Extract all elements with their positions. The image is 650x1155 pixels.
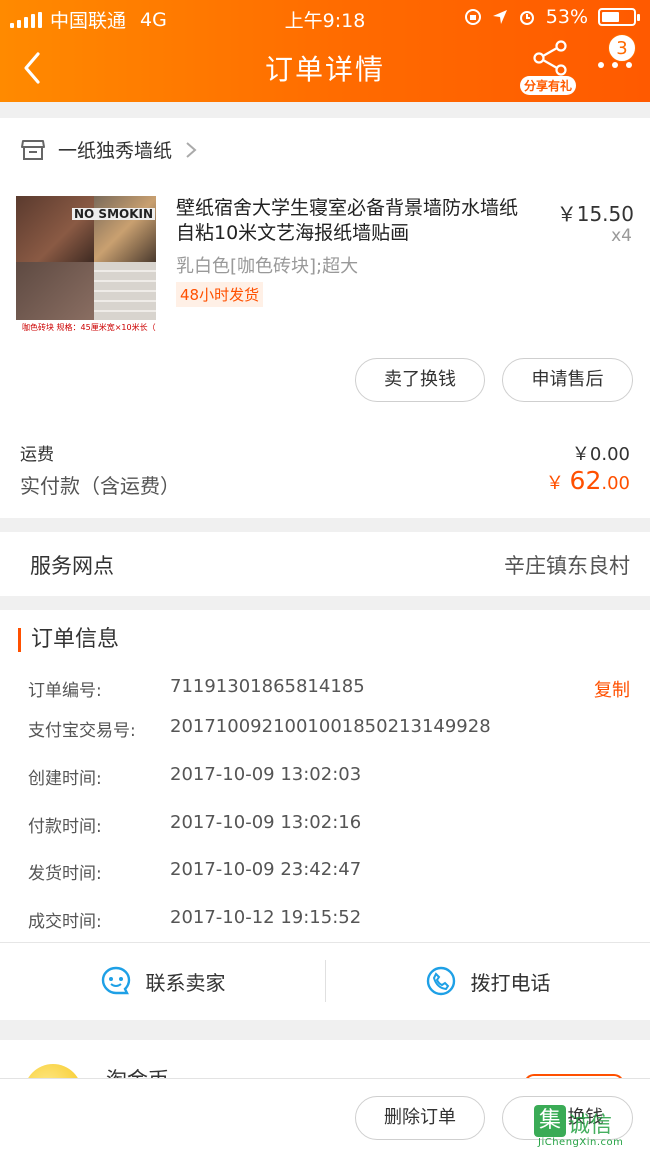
more-menu-icon[interactable] (598, 62, 632, 76)
chevron-right-icon (186, 141, 197, 158)
product-spec: 乳白色[咖色砖块];超大 (176, 256, 359, 277)
info-row-paid: 付款时间: 2017-10-09 13:02:16 (28, 812, 362, 837)
battery-percent: 53% (545, 6, 588, 28)
chat-icon (101, 966, 130, 995)
phone-icon (426, 966, 455, 996)
order-info-title: 订单信息 (18, 628, 119, 652)
paid-amount: ￥ 62.00 (545, 466, 630, 495)
completed-time: 2017-10-12 19:15:52 (170, 907, 362, 928)
service-point-value: 辛庄镇东良村 (504, 554, 630, 578)
order-number: 71191301865814185 (170, 676, 365, 697)
product-title[interactable]: 壁纸宿舍大学生寝室必备背景墙防水墙纸自粘10米文艺海报纸墙贴画 (176, 196, 532, 246)
info-row-alipay-id: 支付宝交易号: 2017100921001001850213149928 (28, 716, 491, 741)
store-icon (21, 139, 45, 160)
app-header: 中国联通 4G 上午9:18 53% 订单详情 分享有礼 3 (0, 0, 650, 102)
info-row-created: 创建时间: 2017-10-09 13:02:03 (28, 764, 362, 789)
rotation-lock-icon (464, 9, 481, 25)
paid-label: 实付款（含运费） (20, 474, 180, 498)
order-info-card: 订单信息 复制 订单编号: 71191301865814185 支付宝交易号: 20… (0, 610, 650, 1020)
alarm-icon (519, 11, 534, 25)
battery-icon (598, 8, 640, 26)
call-button[interactable]: 拨打电话 (325, 942, 650, 1020)
contact-seller-label: 联系卖家 (145, 970, 226, 995)
image-sign-text: NO SMOKIN (72, 207, 156, 221)
shipping-tag: 48小时发货 (176, 282, 264, 307)
sell-button[interactable]: 卖了换钱 (355, 358, 485, 402)
info-row-order-number: 订单编号: 71191301865814185 (28, 676, 365, 701)
service-point-row: 服务网点 辛庄镇东良村 (0, 532, 650, 596)
unit-price: ￥15.50 (556, 202, 634, 226)
shipped-time: 2017-10-09 23:42:47 (170, 859, 362, 880)
paid-time: 2017-10-09 13:02:16 (170, 812, 362, 833)
shop-name: 一纸独秀墙纸 (58, 140, 173, 162)
status-bar: 中国联通 4G 上午9:18 53% (0, 0, 650, 34)
order-item-card: 一纸独秀墙纸 NO SMOKIN 咖色砖块 规格：45厘米宽×10米长（连续发货… (0, 118, 650, 518)
created-time: 2017-10-09 13:02:03 (170, 764, 362, 785)
copy-button[interactable]: 复制 (594, 676, 630, 702)
notification-badge: 3 (608, 34, 636, 62)
share-reward-label: 分享有礼 (520, 76, 577, 95)
shop-link[interactable]: 一纸独秀墙纸 (20, 136, 198, 163)
shipping-label: 运费 (20, 445, 54, 465)
shipping-value: ￥0.00 (571, 444, 630, 465)
quantity: x4 (611, 226, 632, 246)
after-sale-button[interactable]: 申请售后 (502, 358, 633, 402)
service-point-label: 服务网点 (30, 554, 114, 578)
share-button[interactable]: 分享有礼 (520, 40, 578, 96)
delete-order-button[interactable]: 删除订单 (355, 1096, 485, 1140)
call-label: 拨打电话 (470, 970, 551, 995)
location-icon (492, 10, 507, 24)
info-row-completed: 成交时间: 2017-10-12 19:15:52 (28, 907, 362, 932)
image-caption: 咖色砖块 规格：45厘米宽×10米长（连续发货） (16, 320, 156, 336)
nav-bar: 订单详情 分享有礼 3 (0, 34, 650, 102)
product-image[interactable]: NO SMOKIN 咖色砖块 规格：45厘米宽×10米长（连续发货） (16, 196, 156, 336)
watermark-logo: 集 诚信 JiChengXin.com (504, 1101, 646, 1153)
bottom-action-bar: 删除订单 卖了换钱 集 诚信 JiChengXin.com (0, 1078, 650, 1155)
recommend-card: 淘金币 (0, 1040, 650, 1122)
contact-seller-button[interactable]: 联系卖家 (0, 942, 325, 1020)
share-icon (533, 40, 567, 76)
info-row-shipped: 发货时间: 2017-10-09 23:42:47 (28, 859, 362, 884)
alipay-trade-number: 2017100921001001850213149928 (170, 716, 491, 737)
